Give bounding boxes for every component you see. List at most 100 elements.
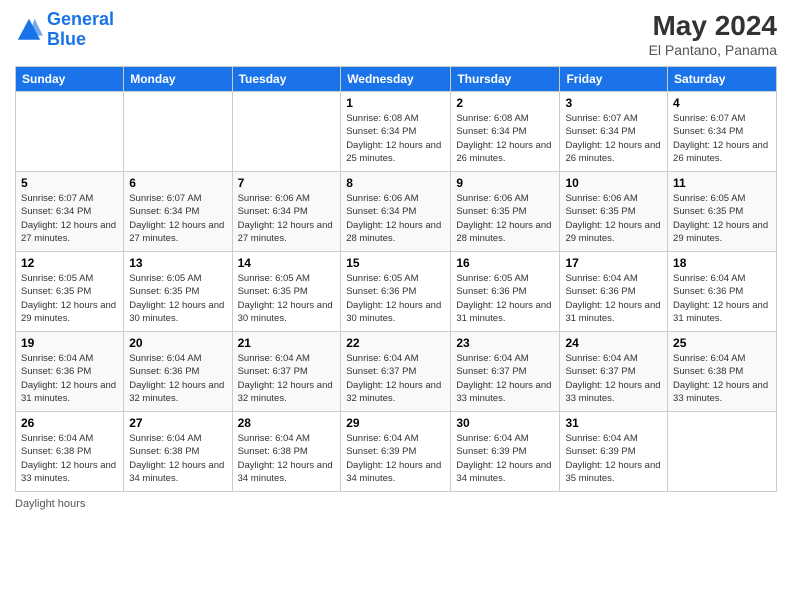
day-header-wednesday: Wednesday xyxy=(341,67,451,92)
day-number: 10 xyxy=(565,176,662,190)
empty-cell xyxy=(16,92,124,172)
day-cell-11: 11 Sunrise: 6:05 AM Sunset: 6:35 PM Dayli… xyxy=(668,172,777,252)
day-number: 20 xyxy=(129,336,226,350)
day-cell-6: 6 Sunrise: 6:07 AM Sunset: 6:34 PM Daylig… xyxy=(124,172,232,252)
day-info: Sunrise: 6:04 AM Sunset: 6:37 PM Dayligh… xyxy=(238,352,336,405)
day-info: Sunrise: 6:07 AM Sunset: 6:34 PM Dayligh… xyxy=(21,192,118,245)
day-cell-2: 2Sunrise: 6:08 AM Sunset: 6:34 PM Daylig… xyxy=(451,92,560,172)
day-info: Sunrise: 6:06 AM Sunset: 6:34 PM Dayligh… xyxy=(346,192,445,245)
day-cell-19: 19 Sunrise: 6:04 AM Sunset: 6:36 PM Dayli… xyxy=(16,332,124,412)
empty-cell xyxy=(124,92,232,172)
day-number: 1 xyxy=(346,96,445,110)
day-cell-30: 30Sunrise: 6:04 AM Sunset: 6:39 PM Dayli… xyxy=(451,412,560,492)
day-cell-1: 1Sunrise: 6:08 AM Sunset: 6:34 PM Daylig… xyxy=(341,92,451,172)
day-header-sunday: Sunday xyxy=(16,67,124,92)
day-cell-22: 22 Sunrise: 6:04 AM Sunset: 6:37 PM Dayli… xyxy=(341,332,451,412)
day-cell-17: 17 Sunrise: 6:04 AM Sunset: 6:36 PM Dayli… xyxy=(560,252,668,332)
day-info: Sunrise: 6:04 AM Sunset: 6:39 PM Dayligh… xyxy=(565,432,662,485)
day-info: Sunrise: 6:05 AM Sunset: 6:35 PM Dayligh… xyxy=(129,272,226,325)
day-cell-26: 26 Sunrise: 6:04 AM Sunset: 6:38 PM Dayli… xyxy=(16,412,124,492)
calendar-table: SundayMondayTuesdayWednesdayThursdayFrid… xyxy=(15,66,777,492)
day-info: Sunrise: 6:04 AM Sunset: 6:38 PM Dayligh… xyxy=(129,432,226,485)
logo-text: General Blue xyxy=(47,10,114,50)
day-number: 7 xyxy=(238,176,336,190)
day-info: Sunrise: 6:05 AM Sunset: 6:36 PM Dayligh… xyxy=(346,272,445,325)
page: General Blue May 2024 El Pantano, Panama… xyxy=(0,0,792,612)
day-cell-13: 13 Sunrise: 6:05 AM Sunset: 6:35 PM Dayli… xyxy=(124,252,232,332)
week-row-4: 19 Sunrise: 6:04 AM Sunset: 6:36 PM Dayli… xyxy=(16,332,777,412)
day-info: Sunrise: 6:07 AM Sunset: 6:34 PM Dayligh… xyxy=(673,112,771,165)
day-cell-23: 23 Sunrise: 6:04 AM Sunset: 6:37 PM Dayli… xyxy=(451,332,560,412)
day-cell-16: 16 Sunrise: 6:05 AM Sunset: 6:36 PM Dayli… xyxy=(451,252,560,332)
day-info: Sunrise: 6:05 AM Sunset: 6:35 PM Dayligh… xyxy=(238,272,336,325)
day-number: 14 xyxy=(238,256,336,270)
day-cell-21: 21Sunrise: 6:04 AM Sunset: 6:37 PM Dayli… xyxy=(232,332,341,412)
day-cell-18: 18Sunrise: 6:04 AM Sunset: 6:36 PM Dayli… xyxy=(668,252,777,332)
day-number: 6 xyxy=(129,176,226,190)
day-number: 4 xyxy=(673,96,771,110)
day-cell-10: 10 Sunrise: 6:06 AM Sunset: 6:35 PM Dayli… xyxy=(560,172,668,252)
day-info: Sunrise: 6:04 AM Sunset: 6:38 PM Dayligh… xyxy=(673,352,771,405)
day-number: 19 xyxy=(21,336,118,350)
day-cell-3: 3Sunrise: 6:07 AM Sunset: 6:34 PM Daylig… xyxy=(560,92,668,172)
day-number: 11 xyxy=(673,176,771,190)
day-cell-8: 8Sunrise: 6:06 AM Sunset: 6:34 PM Daylig… xyxy=(341,172,451,252)
day-info: Sunrise: 6:04 AM Sunset: 6:37 PM Dayligh… xyxy=(565,352,662,405)
day-header-friday: Friday xyxy=(560,67,668,92)
logo-line2: Blue xyxy=(47,29,86,49)
header-row: SundayMondayTuesdayWednesdayThursdayFrid… xyxy=(16,67,777,92)
day-header-saturday: Saturday xyxy=(668,67,777,92)
day-cell-12: 12 Sunrise: 6:05 AM Sunset: 6:35 PM Dayli… xyxy=(16,252,124,332)
day-info: Sunrise: 6:05 AM Sunset: 6:35 PM Dayligh… xyxy=(21,272,118,325)
location-subtitle: El Pantano, Panama xyxy=(649,42,777,58)
logo-line1: General xyxy=(47,9,114,29)
day-cell-9: 9 Sunrise: 6:06 AM Sunset: 6:35 PM Daylig… xyxy=(451,172,560,252)
day-info: Sunrise: 6:04 AM Sunset: 6:37 PM Dayligh… xyxy=(346,352,445,405)
day-info: Sunrise: 6:04 AM Sunset: 6:38 PM Dayligh… xyxy=(21,432,118,485)
day-number: 26 xyxy=(21,416,118,430)
week-row-3: 12 Sunrise: 6:05 AM Sunset: 6:35 PM Dayli… xyxy=(16,252,777,332)
day-number: 28 xyxy=(238,416,336,430)
day-info: Sunrise: 6:07 AM Sunset: 6:34 PM Dayligh… xyxy=(129,192,226,245)
day-number: 12 xyxy=(21,256,118,270)
day-number: 22 xyxy=(346,336,445,350)
day-header-tuesday: Tuesday xyxy=(232,67,341,92)
day-number: 29 xyxy=(346,416,445,430)
day-cell-20: 20 Sunrise: 6:04 AM Sunset: 6:36 PM Dayli… xyxy=(124,332,232,412)
day-cell-4: 4 Sunrise: 6:07 AM Sunset: 6:34 PM Daylig… xyxy=(668,92,777,172)
day-info: Sunrise: 6:05 AM Sunset: 6:36 PM Dayligh… xyxy=(456,272,554,325)
day-number: 17 xyxy=(565,256,662,270)
week-row-1: 1Sunrise: 6:08 AM Sunset: 6:34 PM Daylig… xyxy=(16,92,777,172)
day-cell-7: 7 Sunrise: 6:06 AM Sunset: 6:34 PM Daylig… xyxy=(232,172,341,252)
day-number: 16 xyxy=(456,256,554,270)
day-number: 15 xyxy=(346,256,445,270)
day-number: 24 xyxy=(565,336,662,350)
day-cell-29: 29 Sunrise: 6:04 AM Sunset: 6:39 PM Dayli… xyxy=(341,412,451,492)
day-info: Sunrise: 6:04 AM Sunset: 6:36 PM Dayligh… xyxy=(129,352,226,405)
day-number: 5 xyxy=(21,176,118,190)
day-info: Sunrise: 6:04 AM Sunset: 6:36 PM Dayligh… xyxy=(21,352,118,405)
day-info: Sunrise: 6:04 AM Sunset: 6:39 PM Dayligh… xyxy=(346,432,445,485)
day-cell-28: 28Sunrise: 6:04 AM Sunset: 6:38 PM Dayli… xyxy=(232,412,341,492)
day-info: Sunrise: 6:06 AM Sunset: 6:35 PM Dayligh… xyxy=(456,192,554,245)
day-cell-15: 15 Sunrise: 6:05 AM Sunset: 6:36 PM Dayli… xyxy=(341,252,451,332)
day-header-thursday: Thursday xyxy=(451,67,560,92)
day-cell-27: 27Sunrise: 6:04 AM Sunset: 6:38 PM Dayli… xyxy=(124,412,232,492)
day-number: 9 xyxy=(456,176,554,190)
day-info: Sunrise: 6:06 AM Sunset: 6:35 PM Dayligh… xyxy=(565,192,662,245)
day-cell-5: 5 Sunrise: 6:07 AM Sunset: 6:34 PM Daylig… xyxy=(16,172,124,252)
day-info: Sunrise: 6:04 AM Sunset: 6:36 PM Dayligh… xyxy=(565,272,662,325)
week-row-2: 5 Sunrise: 6:07 AM Sunset: 6:34 PM Daylig… xyxy=(16,172,777,252)
day-number: 18 xyxy=(673,256,771,270)
day-info: Sunrise: 6:05 AM Sunset: 6:35 PM Dayligh… xyxy=(673,192,771,245)
logo: General Blue xyxy=(15,10,114,50)
day-number: 30 xyxy=(456,416,554,430)
day-number: 23 xyxy=(456,336,554,350)
logo-icon xyxy=(15,16,43,44)
day-info: Sunrise: 6:06 AM Sunset: 6:34 PM Dayligh… xyxy=(238,192,336,245)
day-info: Sunrise: 6:04 AM Sunset: 6:37 PM Dayligh… xyxy=(456,352,554,405)
day-number: 25 xyxy=(673,336,771,350)
week-row-5: 26 Sunrise: 6:04 AM Sunset: 6:38 PM Dayli… xyxy=(16,412,777,492)
header: General Blue May 2024 El Pantano, Panama xyxy=(15,10,777,58)
day-number: 13 xyxy=(129,256,226,270)
